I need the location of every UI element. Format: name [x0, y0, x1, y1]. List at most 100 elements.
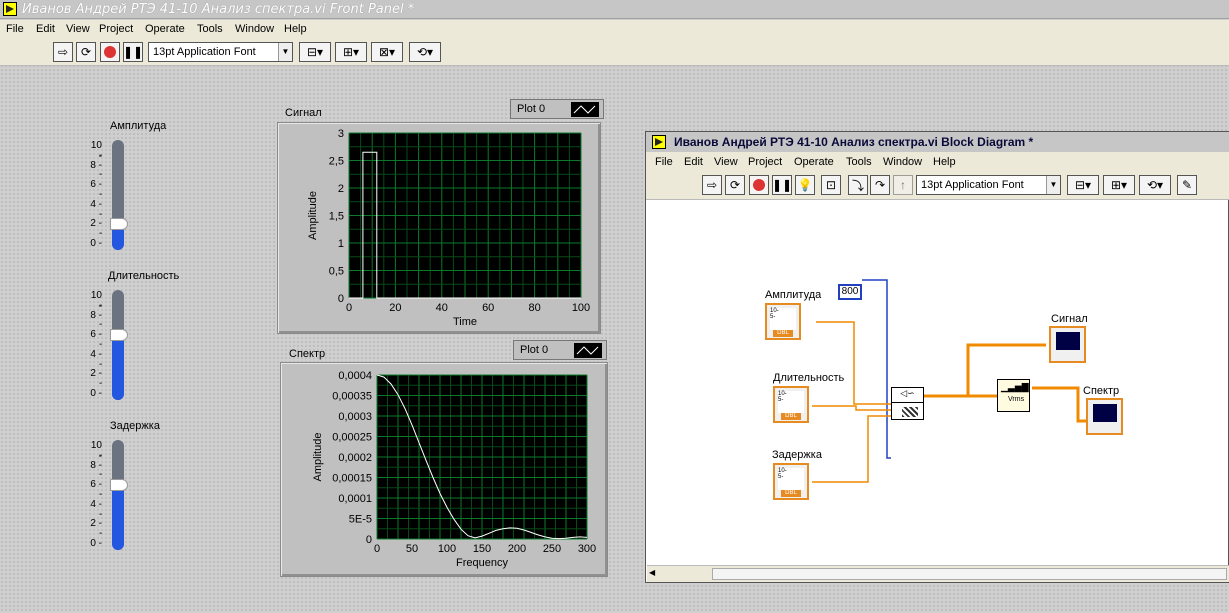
slider-label: Задержка — [110, 420, 160, 432]
bd-menubar: File Edit View Project Operate Tools Win… — [646, 152, 1229, 172]
abort-icon[interactable] — [100, 42, 120, 62]
signal-terminal-label: Сигнал — [1051, 313, 1088, 325]
dur-slider-terminal[interactable]: 10- 5- DBL — [773, 386, 809, 423]
distribute-objects-icon[interactable]: ⊞▾ — [1103, 175, 1135, 195]
spectrum-plot[interactable]: 0 50 100 150 200 250 300 0,0004 0,00035 0,0003 0,0… — [281, 363, 609, 578]
pulse-waveform-icon: ◁∽ — [892, 388, 923, 403]
graph-icon — [1056, 332, 1080, 350]
menu-file[interactable]: File — [6, 23, 24, 35]
highlight-execution-icon[interactable]: 💡 — [795, 175, 815, 195]
menu-window[interactable]: Window — [235, 23, 274, 35]
pulse-pattern-vi-icon[interactable]: ◁∽ — [891, 387, 924, 420]
slider-track[interactable] — [110, 140, 128, 250]
wires — [812, 279, 1086, 483]
x-tick-label: 50 — [406, 543, 418, 555]
x-tick-label: 80 — [528, 302, 540, 314]
dbl-badge: DBL — [781, 490, 801, 497]
y-axis-label: Amplitude — [312, 433, 324, 482]
scroll-left-icon[interactable]: ◀ — [649, 568, 661, 580]
x-tick-label: 0 — [374, 543, 380, 555]
block-diagram-window: Иванов Андрей РТЭ 41-10 Анализ спектра.v… — [645, 131, 1229, 583]
bd-menu-operate[interactable]: Operate — [794, 156, 834, 168]
menu-edit[interactable]: Edit — [36, 23, 55, 35]
x-tick-label: 0 — [346, 302, 352, 314]
slider-track[interactable] — [110, 440, 128, 550]
distribute-objects-icon[interactable]: ⊞▾ — [335, 42, 367, 62]
reorder-icon[interactable]: ⟲▾ — [409, 42, 441, 62]
y-axis-label: Amplitude — [307, 191, 319, 240]
abort-icon[interactable] — [749, 175, 769, 195]
spectrum-graph: 0 50 100 150 200 250 300 0,0004 0,00035 0,0003 0,0… — [280, 362, 608, 577]
step-into-icon[interactable]: ⤵ — [848, 175, 868, 195]
step-over-icon[interactable]: ↷ — [870, 175, 890, 195]
y-tick-label: 0,0004 — [338, 370, 372, 382]
menu-operate[interactable]: Operate — [145, 23, 185, 35]
slider-track[interactable] — [110, 290, 128, 400]
pause-icon[interactable]: ❚❚ — [772, 175, 792, 195]
resize-objects-icon[interactable]: ⊠▾ — [371, 42, 403, 62]
bd-menu-window[interactable]: Window — [883, 156, 922, 168]
align-objects-icon[interactable]: ⊟▾ — [299, 42, 331, 62]
signal-legend[interactable]: Plot 0 — [510, 99, 604, 119]
bd-menu-help[interactable]: Help — [933, 156, 956, 168]
slider-thumb[interactable] — [110, 479, 128, 492]
signal-graph-terminal[interactable] — [1049, 326, 1086, 363]
y-tick-label: 0 — [338, 293, 344, 305]
menu-tools[interactable]: Tools — [197, 23, 223, 35]
bd-menu-project[interactable]: Project — [748, 156, 782, 168]
window-title: Иванов Андрей РТЭ 41-10 Анализ спектра.v… — [22, 2, 415, 17]
scrollbar-thumb[interactable] — [712, 568, 1227, 580]
run-continuous-icon[interactable]: ⟳ — [76, 42, 96, 62]
spectrum-legend[interactable]: Plot 0 — [513, 340, 607, 360]
slider-thumb[interactable] — [110, 329, 128, 342]
y-tick-label: 5E-5 — [349, 514, 372, 526]
slider-icon: 10- 5- — [778, 468, 804, 490]
font-select-label: 13pt Application Font — [153, 46, 256, 58]
amp-slider-terminal[interactable]: 10- 5- DBL — [765, 303, 801, 340]
power-spectrum-vi-icon[interactable]: ▁▃▅▇ Vrms — [997, 379, 1030, 412]
y-tick-label: 0,0003 — [338, 411, 372, 423]
spectrum-graph-terminal[interactable] — [1086, 398, 1123, 435]
retain-wire-values-icon[interactable]: ⊡ — [821, 175, 841, 195]
slider-thumb[interactable] — [110, 218, 128, 231]
spectrum-bars-icon: ▁▃▅▇ — [1001, 382, 1029, 392]
y-tick-label: 0,5 — [329, 266, 344, 278]
slider-icon: 10- 5- — [770, 308, 796, 330]
x-tick-label: 40 — [436, 302, 448, 314]
align-objects-icon[interactable]: ⊟▾ — [1067, 175, 1099, 195]
x-tick-label: 100 — [438, 543, 456, 555]
slider-tick-label: 0 - — [90, 238, 102, 249]
vi-icon — [652, 135, 666, 149]
menu-project[interactable]: Project — [99, 23, 133, 35]
bd-title: Иванов Андрей РТЭ 41-10 Анализ спектра.v… — [674, 135, 1034, 149]
clean-up-diagram-icon[interactable]: ✎ — [1177, 175, 1197, 195]
graph-icon — [1093, 404, 1117, 422]
bd-menu-edit[interactable]: Edit — [684, 156, 703, 168]
horizontal-scrollbar[interactable]: ◀ — [647, 565, 1229, 582]
x-tick-label: 300 — [578, 543, 596, 555]
slider-label: Амплитуда — [110, 120, 167, 132]
x-tick-label: 100 — [572, 302, 590, 314]
run-arrow-icon[interactable]: ⇨ — [702, 175, 722, 195]
slider-icon: 10- 5- — [778, 391, 804, 413]
signal-plot[interactable]: 0 20 40 60 80 100 3 2,5 2 1,5 1 0,5 0 Time Amplitude — [278, 123, 602, 335]
menu-help[interactable]: Help — [284, 23, 307, 35]
bd-menu-tools[interactable]: Tools — [846, 156, 872, 168]
bd-toolbar: ⇨ ⟳ ❚❚ 💡 ⊡ ⤵ ↷ ↑ 13pt Application Font ▼ … — [646, 172, 1229, 200]
y-tick-label: 0,0001 — [338, 493, 372, 505]
bd-menu-view[interactable]: View — [714, 156, 738, 168]
numeric-constant[interactable]: 800 — [838, 284, 862, 300]
bd-menu-file[interactable]: File — [655, 156, 673, 168]
step-out-icon[interactable]: ↑ — [893, 175, 913, 195]
pause-icon[interactable]: ❚❚ — [123, 42, 143, 62]
reorder-icon[interactable]: ⟲▾ — [1139, 175, 1171, 195]
signal-graph: 0 20 40 60 80 100 3 2,5 2 1,5 1 0,5 0 Time Amplitude — [277, 122, 601, 334]
run-arrow-icon[interactable]: ⇨ — [53, 42, 73, 62]
delay-slider-terminal[interactable]: 10- 5- DBL — [773, 463, 809, 500]
plot-line-icon — [571, 102, 599, 117]
menu-view[interactable]: View — [66, 23, 90, 35]
toolbar: ⇨ ⟳ ❚❚ 13pt Application Font ▼ ⊟▾ ⊞▾ ⊠▾ ⟲… — [0, 39, 1229, 66]
font-select[interactable]: 13pt Application Font ▼ — [148, 42, 293, 62]
bd-font-select[interactable]: 13pt Application Font ▼ — [916, 175, 1061, 195]
run-continuous-icon[interactable]: ⟳ — [725, 175, 745, 195]
